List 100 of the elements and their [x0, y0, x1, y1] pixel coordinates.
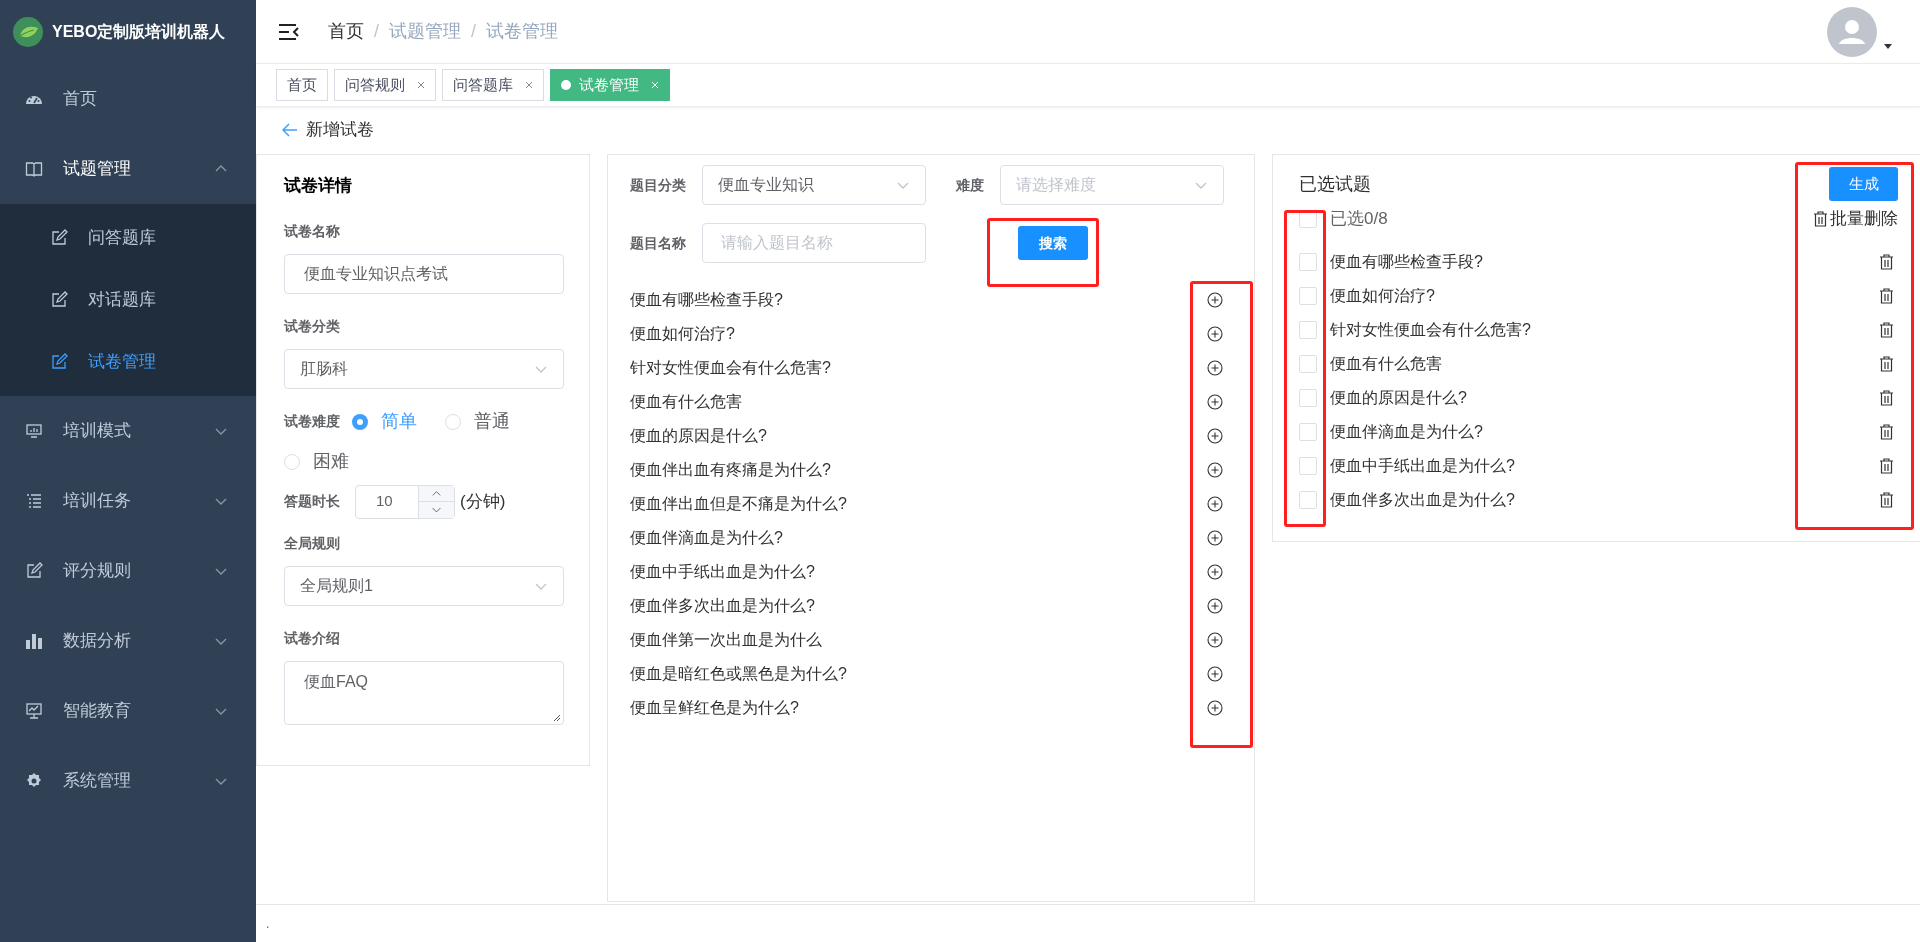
add-circle-icon[interactable]	[1207, 496, 1223, 512]
add-circle-icon[interactable]	[1207, 326, 1223, 342]
question-text: 便血呈鲜红色是为什么?	[630, 698, 799, 718]
edit-icon	[50, 229, 68, 247]
page-tab[interactable]: 问答题库	[442, 69, 544, 101]
bar-chart-icon	[25, 632, 43, 650]
sidebar-item[interactable]: 试题管理	[0, 134, 256, 204]
question-text: 便血伴滴血是为什么?	[630, 528, 783, 548]
sidebar-item[interactable]: 培训模式	[0, 396, 256, 466]
page-tab[interactable]: 问答规则	[334, 69, 436, 101]
field-label: 难度	[956, 175, 984, 195]
checkbox[interactable]	[1299, 457, 1317, 475]
monitor-icon	[25, 422, 43, 440]
checkbox[interactable]	[1299, 389, 1317, 407]
field-label: 试卷名称	[284, 221, 341, 241]
select-field[interactable]: 肛肠科	[284, 348, 564, 389]
footer-text: .	[266, 915, 270, 933]
edit-icon	[50, 291, 68, 309]
edit-icon	[25, 562, 43, 580]
resize-handle-icon[interactable]	[553, 713, 561, 722]
card-title: 已选试题	[1299, 172, 1371, 196]
breadcrumb-item: 试卷管理	[486, 20, 559, 43]
input-field[interactable]: 请输入题目名称	[702, 223, 926, 263]
add-circle-icon[interactable]	[1207, 666, 1223, 682]
checkbox[interactable]	[1299, 491, 1317, 509]
select-field[interactable]: 便血专业知识	[702, 165, 926, 205]
question-text: 便血伴滴血是为什么?	[1330, 422, 1484, 442]
card-title: 试卷详情	[284, 175, 353, 197]
textarea-field[interactable]: 便血FAQ	[284, 660, 564, 725]
add-circle-icon[interactable]	[1207, 292, 1223, 308]
field-label: 答题时长	[284, 492, 340, 511]
question-text: 便血中手纸出血是为什么?	[630, 562, 815, 582]
checkbox[interactable]	[1299, 287, 1317, 305]
trash-icon[interactable]	[1879, 492, 1894, 508]
question-text: 便血有哪些检查手段?	[630, 290, 783, 310]
checkbox[interactable]	[1299, 423, 1317, 441]
unit-text: (分钟)	[460, 490, 506, 513]
page-title: 新增试卷	[306, 119, 374, 142]
question-text: 便血伴出血有疼痛是为什么?	[630, 460, 831, 480]
add-circle-icon[interactable]	[1207, 394, 1223, 410]
batch-delete-button[interactable]: 批量删除	[1813, 206, 1898, 232]
trash-icon[interactable]	[1879, 458, 1894, 474]
book-icon	[25, 160, 43, 178]
close-icon[interactable]	[525, 81, 533, 89]
trash-icon[interactable]	[1879, 424, 1894, 440]
field-label: 试卷难度	[284, 412, 340, 431]
radio-option[interactable]: 普通	[445, 408, 510, 435]
trash-icon[interactable]	[1813, 211, 1828, 227]
presentation-icon	[25, 702, 43, 720]
trash-icon[interactable]	[1879, 288, 1894, 304]
sidebar-item[interactable]: 评分规则	[0, 536, 256, 606]
trash-icon[interactable]	[1879, 254, 1894, 270]
close-icon[interactable]	[417, 81, 425, 89]
submenu-item[interactable]: 对话题库	[0, 269, 256, 331]
add-circle-icon[interactable]	[1207, 360, 1223, 376]
field-label: 试卷介绍	[284, 628, 341, 648]
question-text: 便血如何治疗?	[1330, 286, 1436, 306]
question-text: 便血有什么危害	[630, 392, 742, 412]
add-circle-icon[interactable]	[1207, 632, 1223, 648]
field-label: 题目名称	[630, 233, 686, 253]
edit-icon	[50, 353, 68, 371]
trash-icon[interactable]	[1879, 356, 1894, 372]
add-circle-icon[interactable]	[1207, 530, 1223, 546]
selected-count: 已选0/8	[1330, 208, 1388, 231]
breadcrumb-item[interactable]: 首页	[328, 18, 364, 45]
add-circle-icon[interactable]	[1207, 598, 1223, 614]
select-field[interactable]: 全局规则1	[284, 565, 564, 606]
field-label: 试卷分类	[284, 316, 341, 336]
question-text: 便血有什么危害	[1330, 354, 1443, 374]
add-circle-icon[interactable]	[1207, 700, 1223, 716]
sidebar-item[interactable]: 培训任务	[0, 466, 256, 536]
trash-icon[interactable]	[1879, 322, 1894, 338]
trash-icon[interactable]	[1879, 390, 1894, 406]
page-tab[interactable]: 首页	[276, 69, 328, 101]
question-text: 便血是暗红色或黑色是为什么?	[630, 664, 847, 684]
sidebar-item[interactable]: 系统管理	[0, 746, 256, 816]
question-text: 针对女性便血会有什么危害?	[1330, 320, 1532, 340]
radio-option[interactable]: 困难	[284, 448, 349, 475]
add-circle-icon[interactable]	[1207, 462, 1223, 478]
question-text: 便血伴多次出血是为什么?	[630, 596, 815, 616]
add-circle-icon[interactable]	[1207, 428, 1223, 444]
add-circle-icon[interactable]	[1207, 564, 1223, 580]
sidebar-item[interactable]: 数据分析	[0, 606, 256, 676]
back-arrow-icon[interactable]	[282, 123, 298, 137]
question-text: 针对女性便血会有什么危害?	[630, 358, 831, 378]
submenu-item[interactable]: 试卷管理	[0, 331, 256, 393]
sidebar-item[interactable]: 首页	[0, 64, 256, 134]
sidebar-item[interactable]: 智能教育	[0, 676, 256, 746]
question-text: 便血的原因是什么?	[630, 426, 767, 446]
input-field[interactable]: 便血专业知识点考试	[284, 253, 564, 294]
checkbox[interactable]	[1299, 355, 1317, 373]
question-text: 便血伴出血但是不痛是为什么?	[630, 494, 847, 514]
menu-icon[interactable]	[278, 22, 300, 41]
submenu-item[interactable]: 问答题库	[0, 207, 256, 269]
field-label: 题目分类	[630, 175, 686, 195]
checkbox[interactable]	[1299, 253, 1317, 271]
question-text: 便血中手纸出血是为什么?	[1330, 456, 1516, 476]
question-text: 便血如何治疗?	[630, 324, 735, 344]
checkbox[interactable]	[1299, 321, 1317, 339]
app-title: YEBO定制版培训机器人	[52, 22, 226, 42]
